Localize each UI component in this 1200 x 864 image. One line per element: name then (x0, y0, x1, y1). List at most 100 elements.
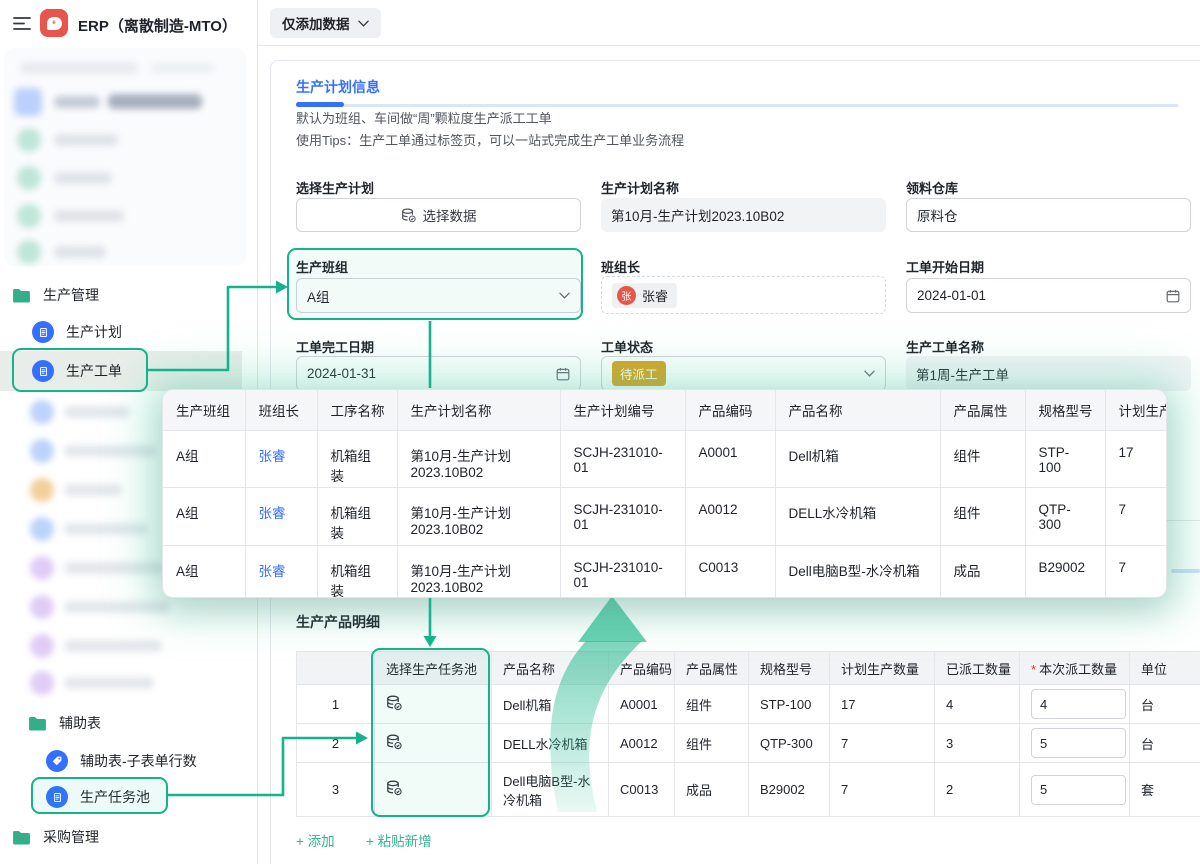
sidebar-item-label: 辅助表 (59, 713, 101, 733)
current-qty-input[interactable] (1031, 728, 1126, 758)
field-label-start-date: 工单开始日期 (906, 257, 984, 276)
folder-icon (28, 716, 47, 731)
cell-process: 机箱组装 (317, 430, 397, 487)
cell-plan-no: SCJH-231010-01 (560, 430, 685, 487)
cell-team: A组 (163, 487, 245, 545)
task-pool-picker[interactable] (375, 724, 492, 763)
cell-plan-name: 第10月-生产计划2023.10B02 (397, 487, 560, 545)
task-pool-picker[interactable] (375, 685, 492, 724)
background-divider (1166, 520, 1200, 521)
leader-field[interactable]: 张 张睿 (601, 276, 886, 314)
row-index: 3 (297, 763, 375, 817)
col-plan-name: 生产计划名称 (397, 390, 560, 430)
cell-product-name: DELL水冷机箱 (775, 487, 940, 545)
col-leader: 班组长 (245, 390, 317, 430)
sidebar-item-production-order[interactable]: 生产工单 (32, 356, 122, 386)
cell-process: 机箱组装 (317, 545, 397, 597)
field-label-order-name: 生产工单名称 (906, 337, 984, 356)
blurred-bar (64, 523, 148, 535)
tab-active-indicator (296, 102, 344, 107)
tab-track (296, 104, 1178, 107)
blurred-icon (30, 400, 54, 424)
blurred-icon (17, 128, 41, 152)
cell-product-code: A0012 (685, 487, 775, 545)
sidebar-item-label: 生产管理 (43, 285, 99, 305)
cell-plan-qty: 17 (830, 685, 935, 724)
paste-add-button[interactable]: + 粘贴新增 (366, 830, 432, 850)
blurred-icon (30, 634, 54, 658)
sidebar-item-label: 生产任务池 (80, 787, 150, 807)
order-name-field: 第1周-生产工单 (906, 356, 1191, 391)
sidebar-item-production-plan[interactable]: 生产计划 (32, 317, 122, 347)
leader-link[interactable]: 张睿 (245, 545, 317, 597)
col-product-name: 产品名称 (492, 652, 609, 685)
cell-product-attr: 组件 (675, 685, 749, 724)
sidebar-item-purchase-management[interactable]: 采购管理 (12, 822, 99, 852)
field-label-plan-name: 生产计划名称 (601, 178, 679, 197)
blurred-bar (54, 172, 112, 184)
blurred-icon (17, 166, 41, 190)
tab-production-plan-info[interactable]: 生产计划信息 (296, 77, 380, 97)
cell-product-attr: 组件 (940, 487, 1025, 545)
start-date-input[interactable]: 2024-01-01 (906, 278, 1191, 313)
table-row[interactable]: A组 张睿 机箱组装 第10月-生产计划2023.10B02 SCJH-2310… (163, 430, 1166, 487)
col-plan-qty: 计划生产数量 (830, 652, 935, 685)
database-select-icon[interactable] (386, 780, 402, 796)
table-row[interactable]: A组 张睿 机箱组装 第10月-生产计划2023.10B02 SCJH-2310… (163, 545, 1166, 597)
blurred-bar (108, 94, 202, 109)
add-row-button[interactable]: + 添加 (296, 830, 335, 850)
plan-name-value: 第10月-生产计划2023.10B02 (611, 205, 784, 225)
blurred-icon (17, 240, 41, 264)
sidebar-item-task-pool[interactable]: 生产任务池 (46, 782, 150, 812)
mode-dropdown-label: 仅添加数据 (282, 13, 350, 33)
cell-unit: 套 (1130, 763, 1200, 817)
col-product-name: 产品名称 (775, 390, 940, 430)
blurred-icon (30, 556, 54, 580)
select-data-button[interactable]: 选择数据 (296, 198, 581, 232)
cell-spec: QTP-300 (1025, 487, 1105, 545)
col-product-code: 产品编码 (685, 390, 775, 430)
col-dispatched-qty: 已派工数量 (935, 652, 1020, 685)
sidebar-collapse-icon[interactable] (13, 16, 31, 36)
sidebar-item-label: 生产计划 (66, 322, 122, 342)
plan-name-field: 第10月-生产计划2023.10B02 (601, 198, 886, 232)
cell-current-qty (1020, 685, 1130, 724)
warehouse-input[interactable]: 原料仓 (906, 198, 1191, 232)
database-select-icon[interactable] (386, 695, 402, 711)
cell-dispatched-qty: 3 (935, 724, 1020, 763)
finish-date-input[interactable]: 2024-01-31 (296, 356, 581, 391)
col-product-attr: 产品属性 (940, 390, 1025, 430)
leader-link[interactable]: 张睿 (245, 487, 317, 545)
cell-plan-qty: 7 (830, 724, 935, 763)
table-row[interactable]: A组 张睿 机箱组装 第10月-生产计划2023.10B02 SCJH-2310… (163, 487, 1166, 545)
sidebar-item-production-management[interactable]: 生产管理 (12, 280, 99, 310)
sidebar-item-label: 采购管理 (43, 827, 99, 847)
status-select[interactable]: 待派工 (601, 356, 886, 391)
cell-product-code: A0012 (609, 724, 675, 763)
cell-product-code: C0013 (685, 545, 775, 597)
sidebar-item-aux-subform[interactable]: 辅助表-子表单行数 (46, 746, 197, 776)
blurred-bar (64, 640, 162, 652)
cell-plan-no: SCJH-231010-01 (560, 545, 685, 597)
cell-plan-name: 第10月-生产计划2023.10B02 (397, 430, 560, 487)
col-select-task-pool: 选择生产任务池 (375, 652, 492, 685)
leader-name: 张睿 (642, 286, 668, 305)
col-plan-no: 生产计划编号 (560, 390, 685, 430)
cell-plan-qty: 7 (1105, 545, 1166, 597)
current-qty-input[interactable] (1031, 775, 1126, 805)
background-divider (1171, 569, 1200, 573)
blurred-bar (64, 445, 156, 457)
database-select-icon[interactable] (386, 734, 402, 750)
sidebar-item-aux-tables[interactable]: 辅助表 (28, 708, 101, 738)
status-badge: 待派工 (612, 361, 666, 386)
task-pool-picker[interactable] (375, 763, 492, 817)
order-name-value: 第1周-生产工单 (916, 364, 1009, 384)
mode-dropdown-button[interactable]: 仅添加数据 (270, 8, 381, 38)
leader-link[interactable]: 张睿 (245, 430, 317, 487)
field-label-team: 生产班组 (296, 257, 348, 276)
current-qty-input[interactable] (1031, 689, 1126, 719)
field-label-warehouse: 领料仓库 (906, 178, 958, 197)
overlay-header-row: 生产班组 班组长 工序名称 生产计划名称 生产计划编号 产品编码 产品名称 产品… (163, 390, 1166, 430)
cell-product-name: DELL水冷机箱 (492, 724, 609, 763)
team-select[interactable]: A组 (296, 278, 581, 313)
